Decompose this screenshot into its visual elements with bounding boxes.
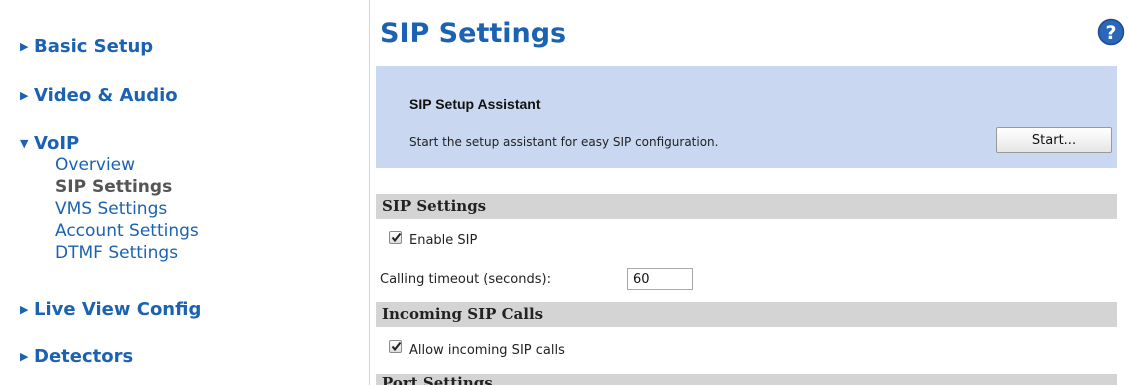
section-header-sip-settings: SIP Settings — [376, 194, 1117, 219]
allow-incoming-sip-calls-checkbox[interactable] — [389, 340, 402, 353]
caret-right-icon: ▶ — [20, 303, 29, 316]
page-title: SIP Settings — [380, 18, 567, 49]
svg-text:?: ? — [1105, 22, 1116, 44]
sidebar-item-overview[interactable]: Overview — [55, 155, 135, 175]
section-header-incoming-sip-calls: Incoming SIP Calls — [376, 302, 1117, 327]
nav-video-audio[interactable]: ▶ Video & Audio — [20, 85, 178, 106]
caret-right-icon: ▶ — [20, 89, 29, 102]
section-header-port-settings: Port Settings — [376, 374, 1117, 385]
caret-right-icon: ▶ — [20, 350, 29, 363]
caret-down-icon: ▼ — [20, 137, 29, 150]
nav-video-audio-label: Video & Audio — [34, 85, 178, 106]
sip-setup-assistant-panel: SIP Setup Assistant Start the setup assi… — [376, 66, 1117, 168]
allow-incoming-sip-calls-label: Allow incoming SIP calls — [409, 343, 565, 358]
calling-timeout-label: Calling timeout (seconds): — [380, 272, 551, 287]
sidebar-item-vms-settings[interactable]: VMS Settings — [55, 199, 167, 219]
nav-basic-setup-label: Basic Setup — [34, 36, 154, 57]
nav-detectors-label: Detectors — [34, 346, 134, 367]
nav-voip-label: VoIP — [34, 133, 80, 154]
nav-basic-setup[interactable]: ▶ Basic Setup — [20, 36, 153, 57]
nav-voip[interactable]: ▼ VoIP — [20, 133, 79, 154]
start-button[interactable]: Start... — [996, 127, 1112, 153]
port-settings-label: Port Settings — [382, 374, 493, 385]
sidebar-divider — [369, 0, 370, 385]
assistant-description: Start the setup assistant for easy SIP c… — [409, 135, 719, 149]
nav-live-view-config[interactable]: ▶ Live View Config — [20, 299, 201, 320]
nav-detectors[interactable]: ▶ Detectors — [20, 346, 133, 367]
check-icon — [391, 341, 402, 352]
calling-timeout-input[interactable] — [627, 268, 693, 290]
enable-sip-label: Enable SIP — [409, 233, 478, 248]
sidebar-item-account-settings[interactable]: Account Settings — [55, 221, 199, 241]
check-icon — [391, 232, 402, 243]
caret-right-icon: ▶ — [20, 40, 29, 53]
sidebar-item-dtmf-settings[interactable]: DTMF Settings — [55, 243, 178, 263]
sidebar: ▶ Basic Setup ▶ Video & Audio ▼ VoIP Overvi… — [0, 0, 370, 385]
sidebar-item-sip-settings[interactable]: SIP Settings — [55, 177, 172, 197]
assistant-title: SIP Setup Assistant — [409, 96, 541, 112]
help-icon[interactable]: ? — [1097, 18, 1125, 46]
enable-sip-checkbox[interactable] — [389, 231, 402, 244]
nav-live-view-config-label: Live View Config — [34, 299, 202, 320]
